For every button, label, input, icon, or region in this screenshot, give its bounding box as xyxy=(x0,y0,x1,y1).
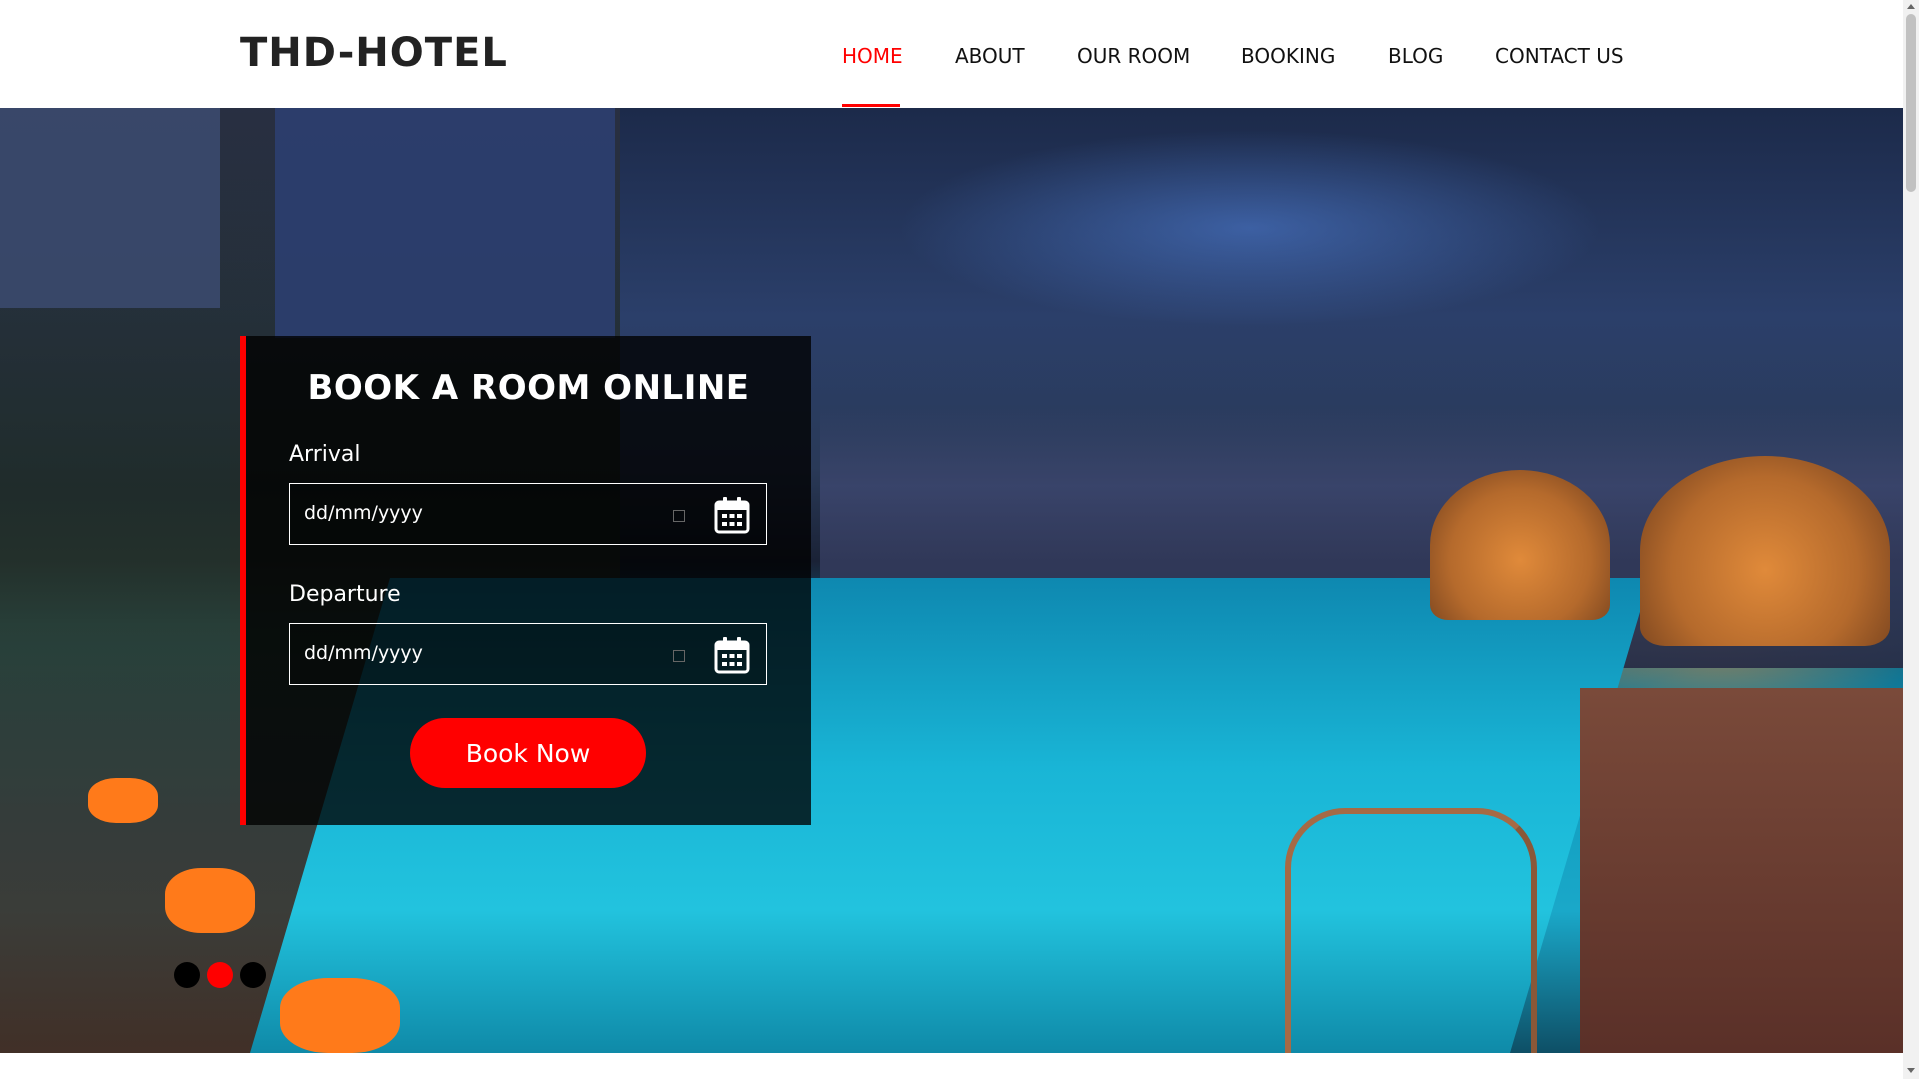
slider-dot-2[interactable] xyxy=(207,962,233,988)
active-nav-underline xyxy=(842,104,900,107)
arrival-label: Arrival xyxy=(289,442,361,467)
building xyxy=(275,108,615,338)
towel xyxy=(165,868,255,933)
arrival-date-input[interactable]: dd/mm/yyyy xyxy=(289,483,767,545)
slider-dot-3[interactable] xyxy=(240,962,266,988)
towel xyxy=(280,978,400,1053)
departure-date-placeholder: dd/mm/yyyy xyxy=(304,642,423,664)
site-header: THD-HOTEL HOME ABOUT OUR ROOM BOOKING BL… xyxy=(0,0,1903,108)
clear-icon xyxy=(673,510,685,522)
nav-blog[interactable]: BLOG xyxy=(1388,44,1443,68)
nav-about[interactable]: ABOUT xyxy=(955,44,1025,68)
scroll-down-arrow-icon[interactable] xyxy=(1907,1068,1915,1073)
page-scrollbar[interactable] xyxy=(1903,0,1919,1079)
pool-ladder xyxy=(1285,808,1537,1053)
booking-title: BOOK A ROOM ONLINE xyxy=(307,368,750,408)
slider-dot-1[interactable] xyxy=(174,962,200,988)
nav-our-room[interactable]: OUR ROOM xyxy=(1077,44,1190,68)
departure-label: Departure xyxy=(289,582,401,607)
site-logo[interactable]: THD-HOTEL xyxy=(240,30,508,76)
nav-home[interactable]: HOME xyxy=(842,44,903,68)
pool-deck xyxy=(1580,688,1903,1053)
calendar-icon[interactable] xyxy=(714,496,750,534)
booking-panel: BOOK A ROOM ONLINE Arrival dd/mm/yyyy De… xyxy=(240,336,811,825)
lounge-pod xyxy=(1430,470,1610,620)
book-now-button[interactable]: Book Now xyxy=(410,718,646,788)
towel xyxy=(88,778,158,823)
nav-booking[interactable]: BOOKING xyxy=(1241,44,1335,68)
scroll-up-arrow-icon[interactable] xyxy=(1907,4,1915,9)
nav-contact-us[interactable]: CONTACT US xyxy=(1495,44,1624,68)
scroll-thumb[interactable] xyxy=(1906,14,1916,192)
arrival-date-placeholder: dd/mm/yyyy xyxy=(304,502,423,524)
clear-icon xyxy=(673,650,685,662)
departure-date-input[interactable]: dd/mm/yyyy xyxy=(289,623,767,685)
building xyxy=(0,108,220,308)
calendar-icon[interactable] xyxy=(714,636,750,674)
lounge-pod xyxy=(1640,456,1890,646)
